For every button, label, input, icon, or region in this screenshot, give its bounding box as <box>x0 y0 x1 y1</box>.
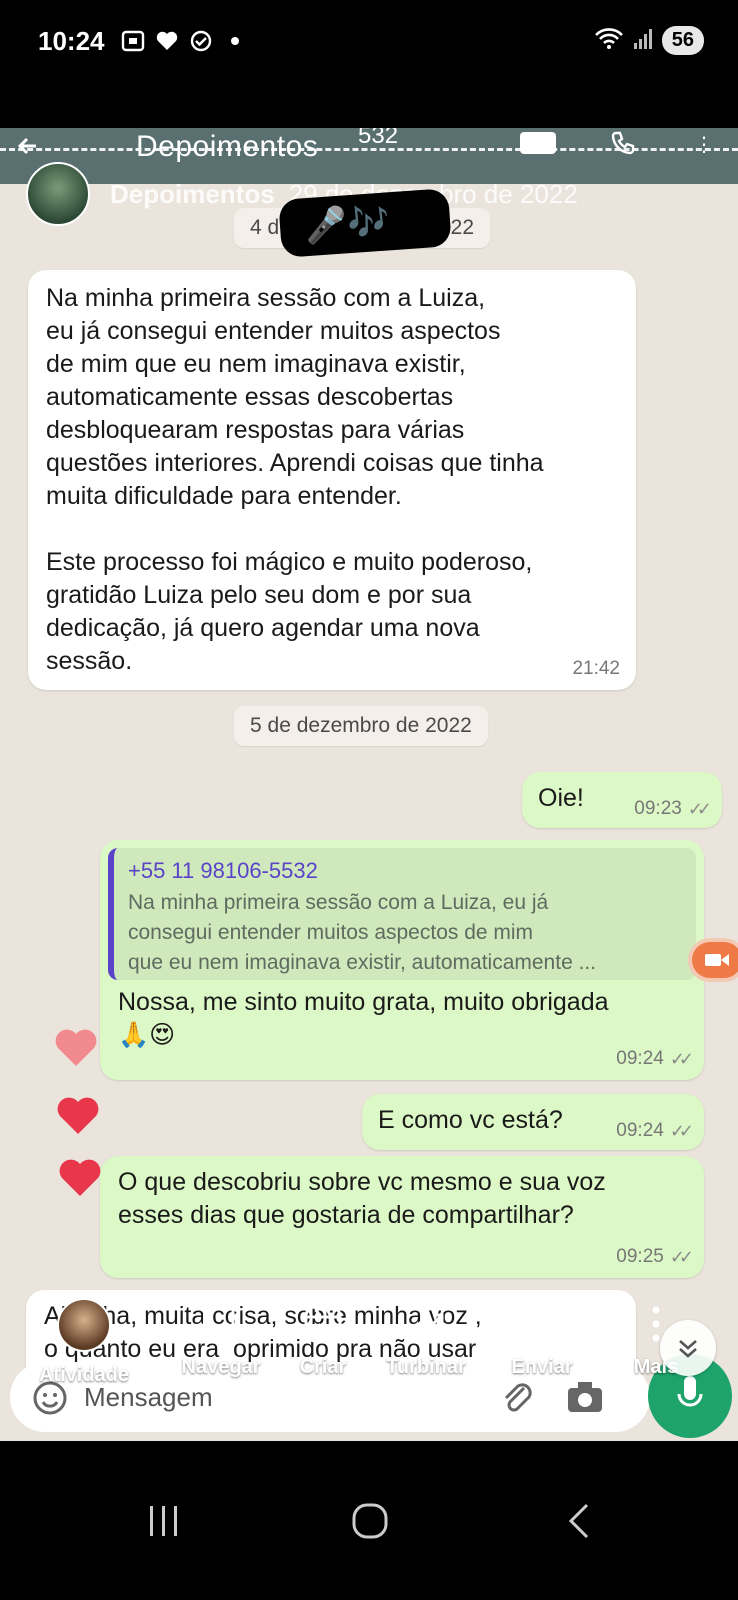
quoted-text: Na minha primeira sessão com a Luiza, eu… <box>128 891 597 974</box>
toolbar-browse-label: Navegar <box>181 1356 261 1378</box>
chevron-down-icon <box>679 1340 697 1358</box>
status-bar: 10:24 56 <box>0 0 738 90</box>
recent-apps-icon <box>150 1506 177 1536</box>
message-time-text: 09:24 <box>616 1120 664 1141</box>
status-icons-left <box>120 28 248 54</box>
quoted-author: +55 11 98106-5532 <box>128 858 318 883</box>
status-icons-right: 56 <box>594 26 704 55</box>
message-time-text: 21:42 <box>572 658 620 679</box>
send-icon <box>523 1308 561 1342</box>
message-text: O que descobriu sobre vc mesmo e sua voz… <box>118 1168 606 1229</box>
message-time: 21:42 <box>572 658 620 680</box>
date-pill-second: 5 de dezembro de 2022 <box>234 706 488 746</box>
date-pill-first-text: 4 d <box>250 216 280 239</box>
story-user-name: Depoimentos <box>110 178 275 209</box>
double-check-icon: ✓✓ <box>669 1246 694 1267</box>
check-circle-icon <box>188 28 214 54</box>
toolbar-create-label: Criar <box>299 1356 347 1378</box>
wifi-icon <box>594 26 624 55</box>
chat-number-partial: 532 <box>358 128 399 149</box>
back-arrow-icon <box>16 134 40 158</box>
toolbar-send-label: Enviar <box>511 1356 573 1378</box>
toolbar-activity-label: Atividade <box>38 1364 130 1386</box>
story-panel[interactable]: Depoimentos 532 ⋮ Depoimentos 29 de deze… <box>0 128 738 1441</box>
signal-icon <box>633 27 652 54</box>
message-time-text: 09:24 <box>616 1048 664 1069</box>
back-button[interactable] <box>548 1491 608 1551</box>
toolbar-send[interactable]: Enviar <box>504 1304 580 1379</box>
story-toolbar: Atividade Navegar Criar Turbinar Enviar … <box>0 1298 738 1414</box>
status-time: 10:24 <box>38 26 105 56</box>
toolbar-activity[interactable]: Atividade <box>32 1298 136 1387</box>
recent-apps-button[interactable] <box>134 1491 194 1551</box>
heart-reaction-icon[interactable] <box>58 1158 102 1198</box>
message-bubble-outgoing: Oie! 09:23 ✓✓ <box>522 772 722 828</box>
heart-reaction-icon[interactable] <box>54 1028 98 1068</box>
screenshot-icon <box>120 28 146 54</box>
message-time: 09:23 ✓✓ <box>634 798 712 820</box>
message-bubble-reply: +55 11 98106-5532 Na minha primeira sess… <box>100 840 704 1080</box>
message-time: 09:25 ✓✓ <box>616 1246 694 1268</box>
message-bubble-incoming: Na minha primeira sessão com a Luiza, eu… <box>28 270 636 690</box>
record-video-icon <box>705 954 729 966</box>
back-icon <box>568 1503 589 1539</box>
dot-icon <box>222 28 248 54</box>
home-button[interactable] <box>340 1491 400 1551</box>
phone-icon <box>203 1305 239 1343</box>
heart-icon <box>154 28 180 54</box>
toolbar-browse[interactable]: Navegar <box>174 1304 268 1379</box>
message-text: Na minha primeira sessão com a Luiza, eu… <box>46 284 544 675</box>
quoted-message[interactable]: +55 11 98106-5532 Na minha primeira sess… <box>108 848 696 980</box>
home-icon <box>352 1503 388 1539</box>
video-call-icon <box>520 132 556 154</box>
message-time-text: 09:25 <box>616 1246 664 1267</box>
toolbar-create[interactable]: Criar <box>292 1304 354 1379</box>
double-check-icon: ✓✓ <box>687 798 712 819</box>
create-icon <box>304 1305 342 1343</box>
avatar-icon <box>57 1298 111 1352</box>
record-badge[interactable] <box>688 938 738 982</box>
scroll-down-button[interactable] <box>660 1320 716 1376</box>
message-time: 09:24 ✓✓ <box>616 1120 694 1142</box>
emoji-sticker: 🎤🎶😍 <box>278 188 452 258</box>
system-nav-bar <box>0 1441 738 1600</box>
toolbar-boost[interactable]: Turbinar <box>378 1304 474 1379</box>
message-time: 09:24 ✓✓ <box>616 1048 694 1070</box>
message-bubble-outgoing: O que descobriu sobre vc mesmo e sua voz… <box>100 1156 704 1278</box>
heart-reaction-icon[interactable] <box>56 1096 100 1136</box>
toolbar-boost-label: Turbinar <box>386 1356 466 1378</box>
message-bubble-outgoing: E como vc está? 09:24 ✓✓ <box>362 1094 704 1150</box>
chat-title: Depoimentos <box>136 130 319 163</box>
battery-indicator: 56 <box>661 26 704 55</box>
date-pill-first-suffix: 22 <box>450 216 474 239</box>
message-time-text: 09:23 <box>634 798 682 819</box>
screen: 10:24 56 Depoimentos 532 ⋮ Depoimentos 2… <box>0 0 738 1600</box>
trend-icon <box>407 1313 444 1336</box>
phone-call-icon <box>610 130 636 156</box>
more-vert-icon: ⋮ <box>694 134 714 156</box>
double-check-icon: ✓✓ <box>669 1120 694 1141</box>
double-check-icon: ✓✓ <box>669 1048 694 1069</box>
story-avatar <box>26 162 90 226</box>
message-text: Nossa, me sinto muito grata, muito obrig… <box>118 988 609 1049</box>
